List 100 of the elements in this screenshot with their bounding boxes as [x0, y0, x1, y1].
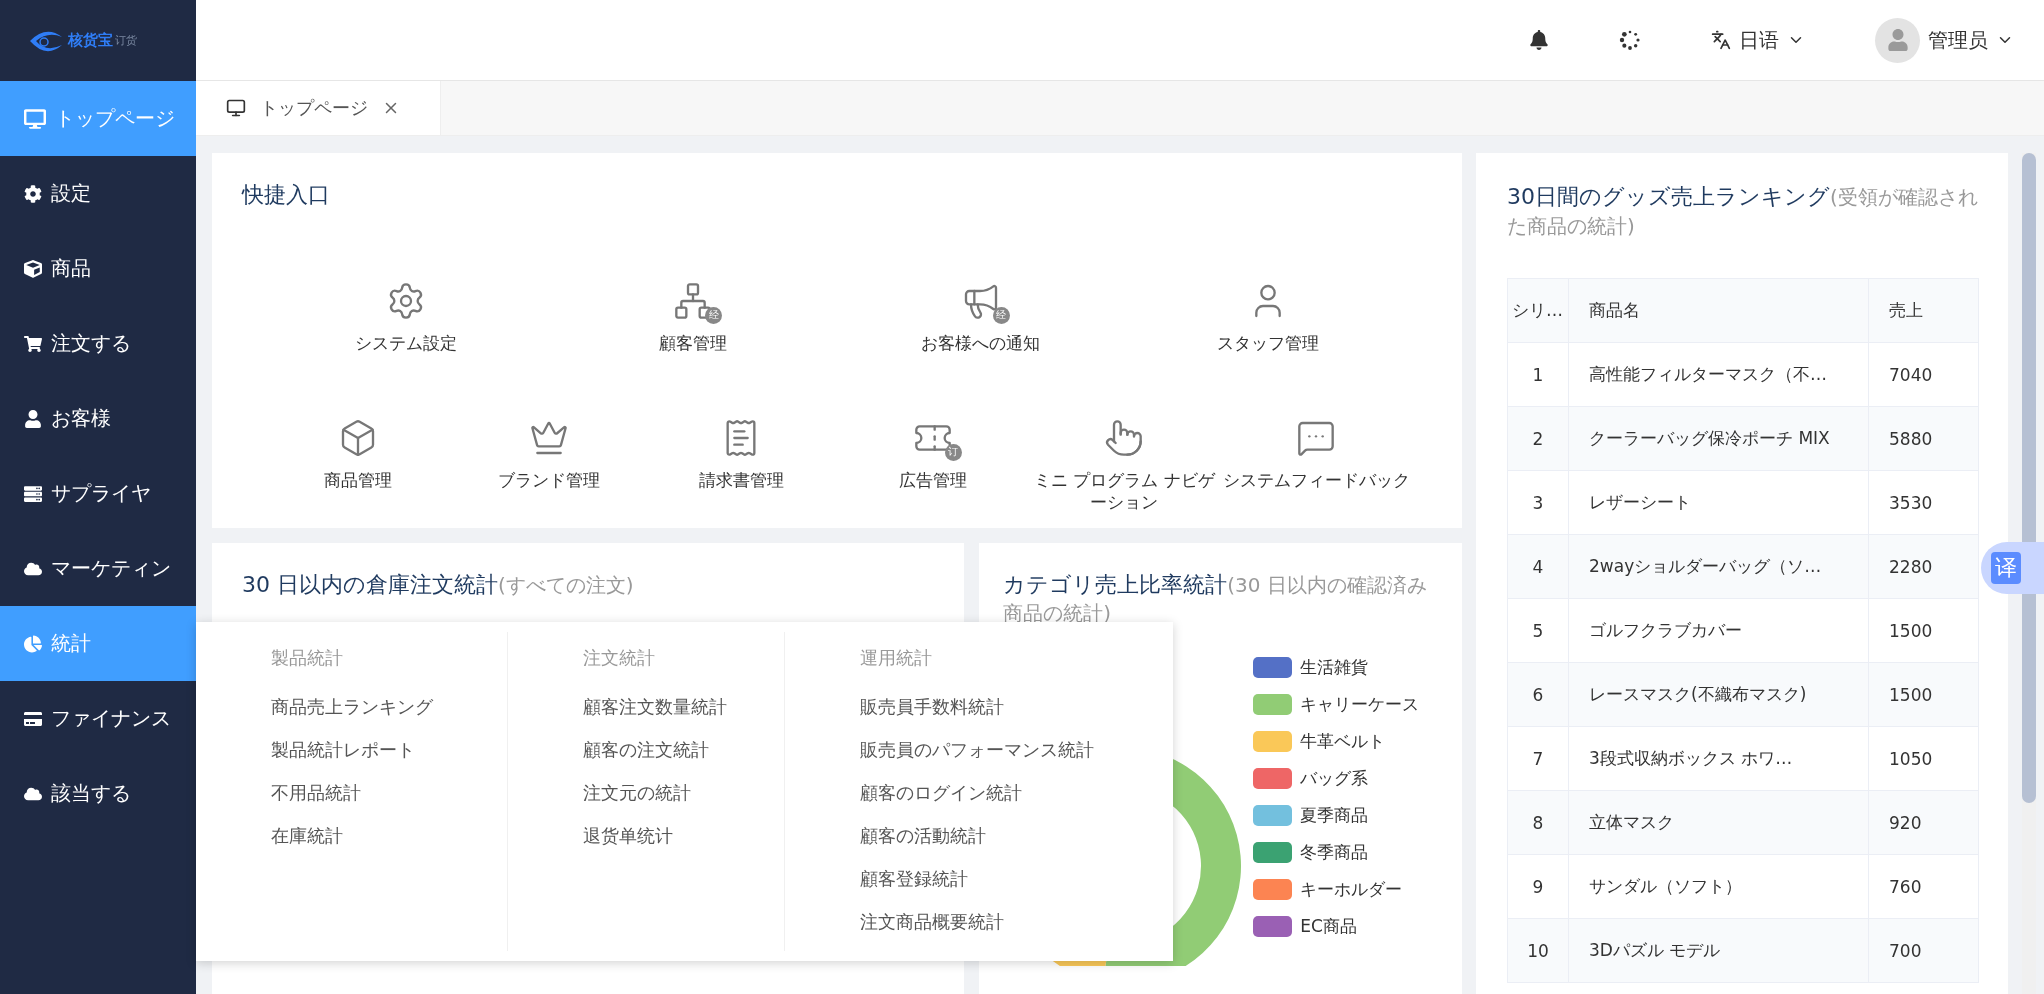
table-cell: 1: [1507, 342, 1569, 407]
table-cell: 3530: [1868, 470, 1979, 535]
table-cell: ゴルフクラブカバー: [1568, 598, 1869, 663]
legend-item[interactable]: バッグ系: [1253, 767, 1420, 790]
legend-item[interactable]: 生活雑貨: [1253, 656, 1420, 679]
scrollbar-thumb[interactable]: [2022, 153, 2036, 803]
card-title: 快捷入口: [242, 181, 331, 209]
quick-entry-label: お客様への通知: [921, 331, 1041, 355]
menu-item[interactable]: 退货单统计: [583, 824, 784, 848]
quick-entry-label: ミニ プログラム ナビゲーション: [1033, 468, 1217, 515]
table-cell: 10: [1507, 918, 1569, 983]
column-header: 売上: [1868, 278, 1979, 343]
credit-card-icon: [24, 709, 42, 728]
menu-item[interactable]: 注文元の統計: [583, 781, 784, 805]
legend-item[interactable]: キャリーケース: [1253, 693, 1420, 716]
quick-entry-link[interactable]: ブランド管理: [453, 414, 646, 515]
column-header: 商品名: [1568, 278, 1869, 343]
page-tab[interactable]: トップページ: [196, 81, 441, 135]
menu-item[interactable]: 商品売上ランキング: [271, 695, 507, 719]
bell-icon[interactable]: [1529, 30, 1549, 50]
cart-icon: [24, 334, 42, 353]
quick-entry-link[interactable]: 商品管理: [262, 414, 454, 515]
legend-item[interactable]: 冬季商品: [1253, 841, 1420, 864]
monitor-icon: [226, 98, 246, 118]
table-cell: 4: [1507, 534, 1569, 599]
gear-icon: [24, 184, 42, 203]
menu-item[interactable]: 不用品統計: [271, 781, 507, 805]
menu-group-title: 注文統計: [583, 646, 656, 670]
menu-item[interactable]: 販売員手数料統計: [860, 695, 1173, 719]
table-cell: 2: [1507, 406, 1569, 471]
legend-label: バッグ系: [1300, 767, 1369, 790]
quick-entry-label: システム設定: [354, 331, 457, 355]
server-icon: [24, 484, 42, 503]
table-cell: 1500: [1868, 662, 1979, 727]
menu-item[interactable]: 販売員のパフォーマンス統計: [860, 738, 1173, 762]
table-cell: 700: [1868, 918, 1979, 983]
table-cell: 1500: [1868, 598, 1979, 663]
legend-label: 生活雑貨: [1300, 656, 1369, 679]
legend-item[interactable]: 牛革ベルト: [1253, 730, 1420, 753]
quick-entry-link[interactable]: システムフィードバック: [1220, 414, 1412, 515]
table-cell: 920: [1868, 790, 1979, 855]
table-cell: 5: [1507, 598, 1569, 663]
user-menu[interactable]: 管理员: [1875, 17, 2014, 63]
sidebar-item[interactable]: 注文する: [0, 306, 196, 381]
language-dropdown[interactable]: 日语: [1711, 26, 1805, 54]
icon-badge: 经: [705, 306, 723, 324]
table-cell: 立体マスク: [1568, 790, 1869, 855]
quick-entry-label: システムフィードバック: [1222, 468, 1410, 492]
column-header: シリ…: [1507, 278, 1569, 343]
table-cell: レザーシート: [1568, 470, 1869, 535]
table-cell: 2wayショルダーバッグ（ソ…: [1568, 534, 1869, 599]
quick-entry-link[interactable]: 经 顧客管理: [549, 277, 837, 355]
table-cell: 3段式収納ボックス ホワ…: [1568, 726, 1869, 791]
quick-entry-label: 商品管理: [323, 468, 392, 492]
quick-entry-label: ブランド管理: [498, 468, 601, 492]
card-title: 30 日以内の倉庫注文統計(すべての注文): [242, 570, 635, 599]
quick-entry-link[interactable]: 经 お客様への通知: [837, 277, 1125, 355]
cube-icon: [24, 259, 42, 278]
sidebar-item[interactable]: サプライヤ: [0, 456, 196, 531]
logo-text: 核货宝: [68, 31, 113, 50]
quick-entry-link[interactable]: システム設定: [262, 277, 550, 355]
menu-item[interactable]: 顧客の注文統計: [583, 738, 784, 762]
sidebar-item[interactable]: 設定: [0, 156, 196, 231]
table-cell: レースマスク(不織布マスク): [1568, 662, 1869, 727]
icon-badge: 经: [992, 306, 1010, 324]
sidebar-item[interactable]: 商品: [0, 231, 196, 306]
table-cell: 2280: [1868, 534, 1979, 599]
quick-entry-link[interactable]: ミニ プログラム ナビゲーション: [1028, 414, 1221, 515]
legend-label: EC商品: [1300, 915, 1357, 938]
quick-entry-label: 請求書管理: [698, 468, 784, 492]
sidebar-item[interactable]: お客様: [0, 381, 196, 456]
menu-item[interactable]: 顧客注文数量統計: [583, 695, 784, 719]
logo-suffix: 订货: [115, 33, 137, 48]
menu-item[interactable]: 注文商品概要統計: [860, 910, 1173, 934]
menu-item[interactable]: 製品統計レポート: [271, 738, 507, 762]
menu-item[interactable]: 顧客登録統計: [860, 867, 1173, 891]
table-cell: 1050: [1868, 726, 1979, 791]
pointer-icon: [1104, 417, 1145, 458]
table-cell: サンダル（ソフト）: [1568, 854, 1869, 919]
translate-icon: [1711, 30, 1731, 50]
icon-badge: 订: [944, 443, 962, 461]
loading-icon[interactable]: [1619, 29, 1641, 51]
table-cell: 5880: [1868, 406, 1979, 471]
quick-entry-link[interactable]: 订 広告管理: [837, 414, 1029, 515]
sidebar-item[interactable]: 該当する: [0, 756, 196, 831]
legend-item[interactable]: EC商品: [1253, 915, 1420, 938]
menu-item[interactable]: 在庫統計: [271, 824, 507, 848]
quick-entry-link[interactable]: スタッフ管理: [1124, 277, 1412, 355]
table-cell: 9: [1507, 854, 1569, 919]
menu-item[interactable]: 顧客の活動統計: [860, 824, 1173, 848]
sidebar-item[interactable]: マーケティン: [0, 531, 196, 606]
sidebar-item[interactable]: ファイナンス: [0, 681, 196, 756]
table-cell: 6: [1507, 662, 1569, 727]
legend-item[interactable]: キーホルダー: [1253, 878, 1420, 901]
legend-label: 牛革ベルト: [1300, 730, 1386, 753]
quick-entry-link[interactable]: 請求書管理: [645, 414, 837, 515]
legend-label: キーホルダー: [1300, 878, 1403, 901]
scrollbar[interactable]: [2022, 153, 2036, 994]
menu-item[interactable]: 顧客のログイン統計: [860, 781, 1173, 805]
legend-item[interactable]: 夏季商品: [1253, 804, 1420, 827]
